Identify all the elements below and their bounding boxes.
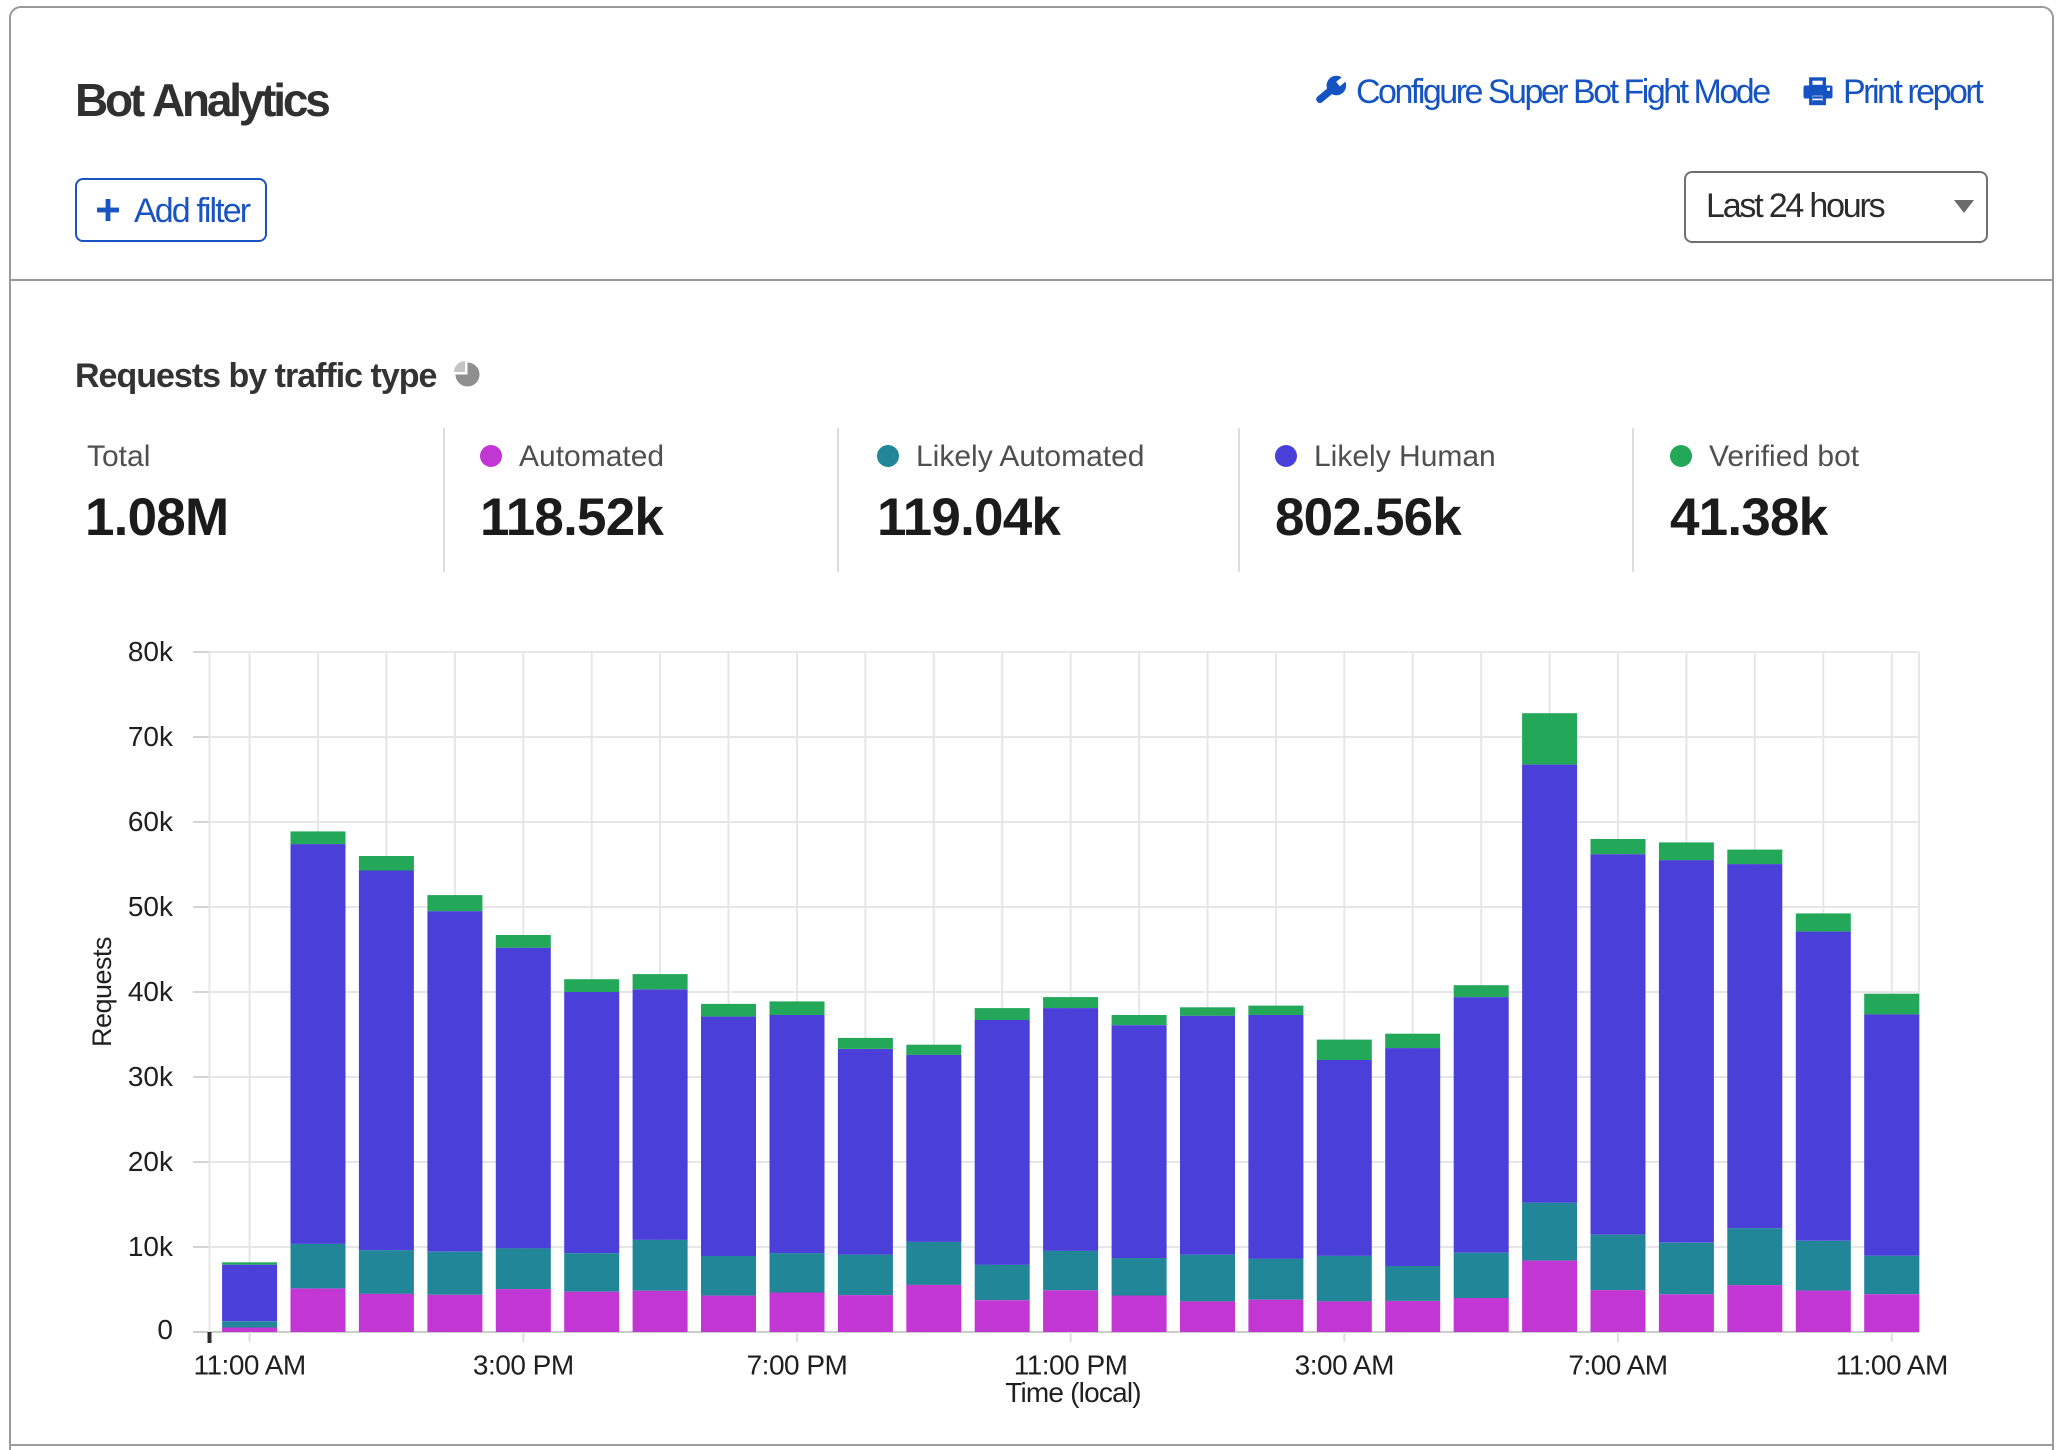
svg-text:0: 0	[157, 1314, 173, 1345]
svg-text:30k: 30k	[128, 1061, 174, 1092]
svg-text:Time (local): Time (local)	[1005, 1377, 1141, 1408]
svg-text:20k: 20k	[128, 1146, 174, 1177]
svg-text:3:00 AM: 3:00 AM	[1295, 1350, 1394, 1381]
svg-text:60k: 60k	[128, 806, 174, 837]
svg-text:11:00 PM: 11:00 PM	[1014, 1350, 1128, 1381]
svg-text:10k: 10k	[128, 1231, 174, 1262]
svg-text:7:00 AM: 7:00 AM	[1568, 1350, 1667, 1381]
svg-text:40k: 40k	[128, 976, 174, 1007]
svg-text:Requests: Requests	[87, 937, 117, 1047]
svg-text:3:00 PM: 3:00 PM	[473, 1350, 574, 1381]
svg-text:7:00 PM: 7:00 PM	[747, 1350, 848, 1381]
svg-text:11:00 AM: 11:00 AM	[1836, 1350, 1948, 1381]
svg-text:70k: 70k	[128, 721, 174, 752]
svg-text:80k: 80k	[128, 636, 174, 667]
svg-text:50k: 50k	[128, 891, 174, 922]
svg-text:11:00 AM: 11:00 AM	[193, 1350, 305, 1381]
